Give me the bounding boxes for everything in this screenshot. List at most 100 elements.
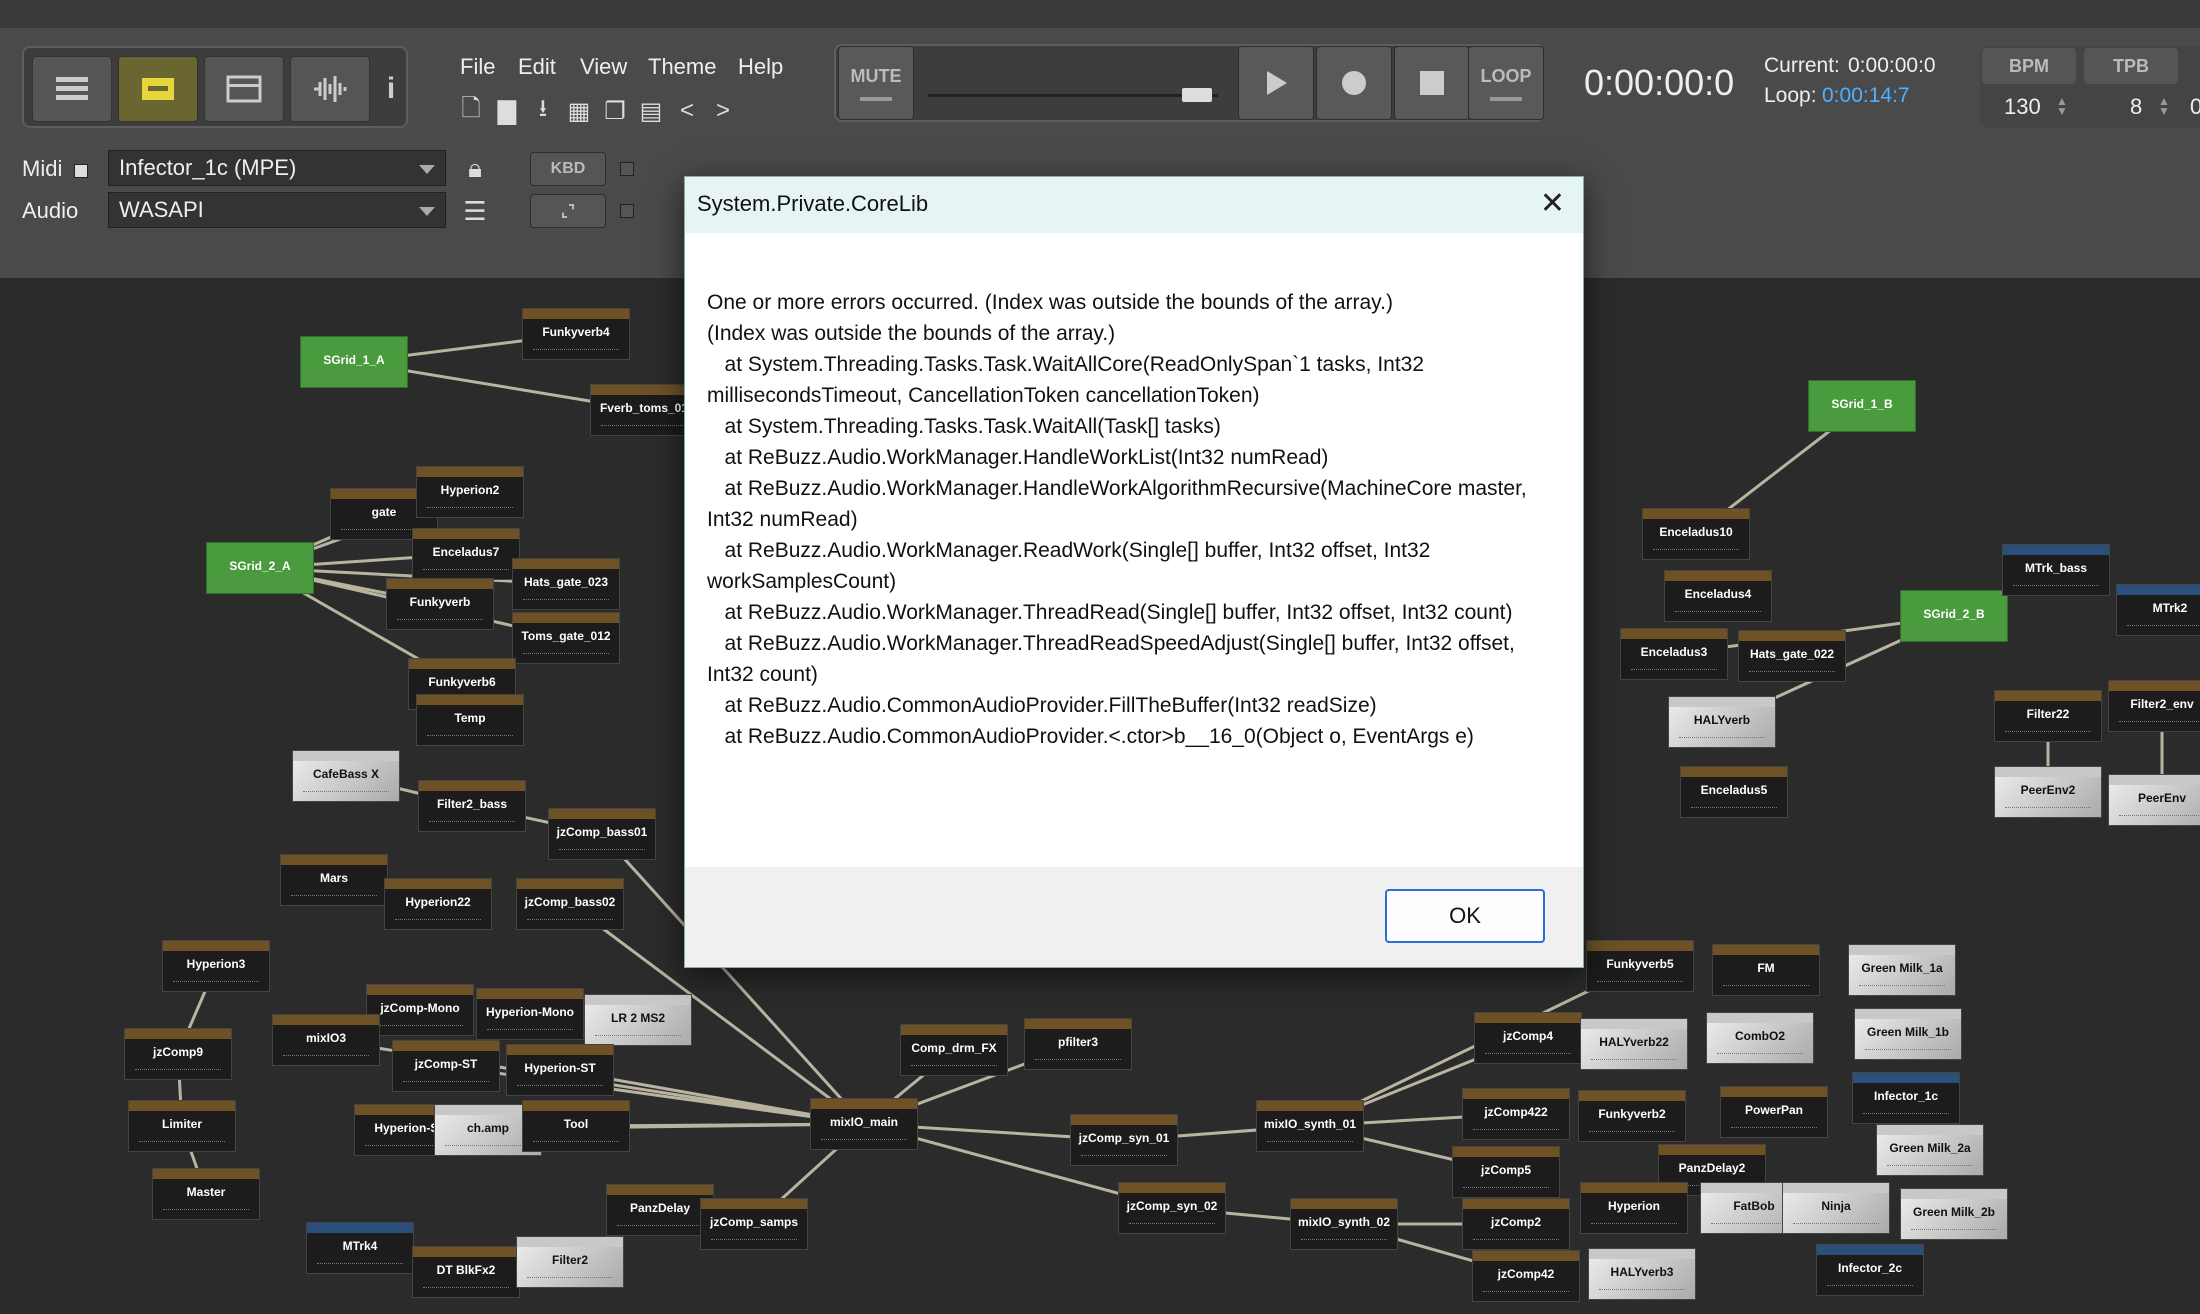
machine-peerenv[interactable]: PeerEnv xyxy=(2108,774,2200,826)
kbd-button[interactable]: KBD xyxy=(530,152,606,186)
tpb-spinner-icon[interactable]: ▲ ▼ xyxy=(2158,95,2170,117)
machine-mixio3[interactable]: mixIO3 xyxy=(272,1014,380,1066)
copy-icon[interactable]: ❐ xyxy=(600,96,630,126)
machine-fverb-toms-01[interactable]: Fverb_toms_01 xyxy=(590,384,698,436)
machine-filter2-bass[interactable]: Filter2_bass xyxy=(418,780,526,832)
machine-sgrid-2-a[interactable]: SGrid_2_A xyxy=(206,542,314,594)
machine-hyperion22[interactable]: Hyperion22 xyxy=(384,878,492,930)
open-folder-icon[interactable]: ▇ xyxy=(492,96,522,126)
machine-jzcomp42[interactable]: jzComp42 xyxy=(1472,1250,1580,1302)
view-sequence-button[interactable] xyxy=(32,56,112,122)
volume-thumb[interactable] xyxy=(1182,88,1212,102)
menu-theme[interactable]: Theme xyxy=(648,54,716,80)
machine-temp[interactable]: Temp xyxy=(416,694,524,746)
menu-file[interactable]: File xyxy=(460,54,495,80)
fullscreen-button[interactable]: ⌞⌝ xyxy=(530,194,606,228)
machine-green-milk-1a[interactable]: Green Milk_1a xyxy=(1848,944,1956,996)
menu-edit[interactable]: Edit xyxy=(518,54,556,80)
machine-lr-2-ms2[interactable]: LR 2 MS2 xyxy=(584,994,692,1046)
machine-jzcomp-bass01[interactable]: jzComp_bass01 xyxy=(548,808,656,860)
machine-dt-blkfx2[interactable]: DT BlkFx2 xyxy=(412,1246,520,1298)
machine-mars[interactable]: Mars xyxy=(280,854,388,906)
machine-hyperion-mono[interactable]: Hyperion-Mono xyxy=(476,988,584,1040)
machine-hyperion2[interactable]: Hyperion2 xyxy=(416,466,524,518)
machine-enceladus10[interactable]: Enceladus10 xyxy=(1642,508,1750,560)
loop-button[interactable]: LOOP xyxy=(1468,46,1544,120)
machine-jzcomp4[interactable]: jzComp4 xyxy=(1474,1012,1582,1064)
machine-mtrk4[interactable]: MTrk4 xyxy=(306,1222,414,1274)
machine-enceladus5[interactable]: Enceladus5 xyxy=(1680,766,1788,818)
machine-ninja[interactable]: Ninja xyxy=(1782,1182,1890,1234)
midi-device-select[interactable]: Infector_1c (MPE) xyxy=(108,150,446,186)
machine-cafebass-x[interactable]: CafeBass X xyxy=(292,750,400,802)
machine-hats-gate-022[interactable]: Hats_gate_022 xyxy=(1738,630,1846,682)
machine-infector-2c[interactable]: Infector_2c xyxy=(1816,1244,1924,1296)
machine-sgrid-1-b[interactable]: SGrid_1_B xyxy=(1808,380,1916,432)
machine-mixio-main[interactable]: mixIO_main xyxy=(810,1098,918,1150)
machine-jzcomp-syn-02[interactable]: jzComp_syn_02 xyxy=(1118,1182,1226,1234)
machine-halyverb[interactable]: HALYverb xyxy=(1668,696,1776,748)
machine-halyverb22[interactable]: HALYverb22 xyxy=(1580,1018,1688,1070)
midi-checkbox[interactable] xyxy=(74,164,88,178)
machine-halyverb3[interactable]: HALYverb3 xyxy=(1588,1248,1696,1300)
volume-slider[interactable] xyxy=(928,52,1218,114)
machine-peerenv2[interactable]: PeerEnv2 xyxy=(1994,766,2102,818)
machine-filter2[interactable]: Filter2 xyxy=(516,1236,624,1288)
machine-hats-gate-023[interactable]: Hats_gate_023 xyxy=(512,558,620,610)
machine-green-milk-2a[interactable]: Green Milk_2a xyxy=(1876,1124,1984,1176)
save-icon[interactable]: ⭳ xyxy=(528,95,558,126)
machine-enceladus4[interactable]: Enceladus4 xyxy=(1664,570,1772,622)
view-machines-button[interactable] xyxy=(118,56,198,122)
machine-panzdelay[interactable]: PanzDelay xyxy=(606,1184,714,1236)
ok-button[interactable]: OK xyxy=(1385,889,1545,943)
mute-button[interactable]: MUTE xyxy=(838,46,914,120)
save-as-icon[interactable]: ▦ xyxy=(564,96,594,126)
machine-funkyverb4[interactable]: Funkyverb4 xyxy=(522,308,630,360)
new-file-icon[interactable]: 🗋 xyxy=(456,95,486,126)
machine-sgrid-2-b[interactable]: SGrid_2_B xyxy=(1900,590,2008,642)
fullscreen-checkbox[interactable] xyxy=(620,204,634,218)
machine-limiter[interactable]: Limiter xyxy=(128,1100,236,1152)
machine-mtrk2[interactable]: MTrk2 xyxy=(2116,584,2200,636)
play-button[interactable] xyxy=(1238,46,1314,120)
forward-icon[interactable]: > xyxy=(708,96,738,126)
view-wave-button[interactable] xyxy=(290,56,370,122)
tpb-value[interactable]: 8 xyxy=(2130,94,2142,120)
machine-funkyverb5[interactable]: Funkyverb5 xyxy=(1586,940,1694,992)
view-pattern-button[interactable] xyxy=(204,56,284,122)
machine-funkyverb[interactable]: Funkyverb xyxy=(386,578,494,630)
view-info-button[interactable]: i xyxy=(376,56,406,122)
bpm-spinner-icon[interactable]: ▲ ▼ xyxy=(2056,95,2068,117)
machine-pfilter3[interactable]: pfilter3 xyxy=(1024,1018,1132,1070)
machine-jzcomp-samps[interactable]: jzComp_samps xyxy=(700,1198,808,1250)
bpm-value[interactable]: 130 xyxy=(2004,94,2041,120)
back-icon[interactable]: < xyxy=(672,96,702,126)
machine-hyperion-st[interactable]: Hyperion-ST xyxy=(506,1044,614,1096)
machine-green-milk-1b[interactable]: Green Milk_1b xyxy=(1854,1008,1962,1060)
machine-green-milk-2b[interactable]: Green Milk_2b xyxy=(1900,1188,2008,1240)
record-button[interactable] xyxy=(1316,46,1392,120)
close-icon[interactable]: ✕ xyxy=(1540,189,1565,219)
machine-master[interactable]: Master xyxy=(152,1168,260,1220)
settings-sliders-icon[interactable]: ☰ xyxy=(460,196,490,226)
machine-fm[interactable]: FM xyxy=(1712,944,1820,996)
machine-mtrk-bass[interactable]: MTrk_bass xyxy=(2002,544,2110,596)
machine-infector-1c[interactable]: Infector_1c xyxy=(1852,1072,1960,1124)
machine-toms-gate-012[interactable]: Toms_gate_012 xyxy=(512,612,620,664)
machine-jzcomp9[interactable]: jzComp9 xyxy=(124,1028,232,1080)
machine-jzcomp-syn-01[interactable]: jzComp_syn_01 xyxy=(1070,1114,1178,1166)
machine-mixio-synth-01[interactable]: mixIO_synth_01 xyxy=(1256,1100,1364,1152)
machine-tool[interactable]: Tool xyxy=(522,1100,630,1152)
menu-help[interactable]: Help xyxy=(738,54,783,80)
machine-powerpan[interactable]: PowerPan xyxy=(1720,1086,1828,1138)
clipboard-icon[interactable]: ▤ xyxy=(636,96,666,126)
machine-comp-drm-fx[interactable]: Comp_drm_FX xyxy=(900,1024,1008,1076)
stop-button[interactable] xyxy=(1394,46,1470,120)
machine-mixio-synth-02[interactable]: mixIO_synth_02 xyxy=(1290,1198,1398,1250)
machine-hyperion[interactable]: Hyperion xyxy=(1580,1182,1688,1234)
machine-jzcomp-bass02[interactable]: jzComp_bass02 xyxy=(516,878,624,930)
machine-filter22[interactable]: Filter22 xyxy=(1994,690,2102,742)
kbd-checkbox[interactable] xyxy=(620,162,634,176)
machine-jzcomp5[interactable]: jzComp5 xyxy=(1452,1146,1560,1198)
machine-jzcomp2[interactable]: jzComp2 xyxy=(1462,1198,1570,1250)
